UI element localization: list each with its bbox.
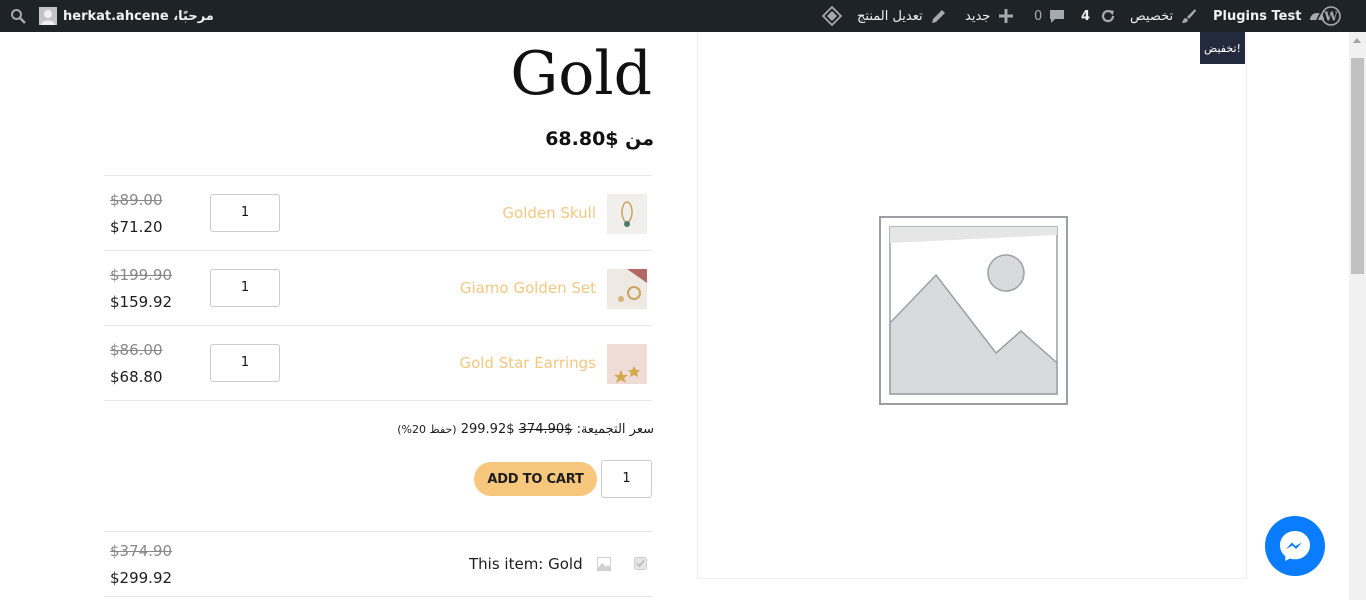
bundle-total-old: $374.90 [518,422,573,437]
new-label: جديد [965,8,991,24]
image-placeholder-icon [879,216,1068,405]
scrollbar-thumb[interactable] [1351,58,1364,274]
product-gallery[interactable] [697,32,1247,579]
this-item-old-price: $374.90 [110,542,173,560]
bundle-item: Golden Skull 1 $89.00 $71.20 [104,176,652,251]
bundle-total-new: $299.92 [460,422,515,437]
dashboard-icon [1309,8,1325,24]
plus-icon [999,9,1014,23]
old-price: $86.00 [110,341,163,359]
pencil-icon [931,9,946,24]
sale-price: $71.20 [110,218,163,236]
updates-count: 4 [1081,8,1091,24]
messenger-chat-button[interactable] [1265,516,1325,576]
quantity-input[interactable]: 1 [210,269,280,307]
messenger-icon [1280,531,1310,561]
svg-text:W: W [1323,10,1338,24]
product-title: Gold [510,39,652,109]
this-item-sale-price: $299.92 [110,569,173,587]
customize-label: تخصيص [1130,8,1174,24]
edit-product-menu[interactable]: تعديل المنتج [857,0,946,32]
divider [104,531,652,532]
avatar[interactable] [39,0,57,32]
product-price: من $68.80 [545,128,654,150]
paintbrush-icon [1181,8,1197,24]
new-content-menu[interactable]: جديد [965,0,1014,32]
refresh-icon [1100,8,1116,24]
admin-bar: W Plugins Test تخصيص 4 0 جديد تعديل المن… [0,0,1366,32]
comments-menu[interactable]: 0 [1034,0,1065,32]
sale-price: $159.92 [110,293,173,311]
product-link[interactable]: Giamo Golden Set [460,279,596,297]
site-name-menu[interactable]: Plugins Test [1213,0,1325,32]
bundle-total: سعر التجميعة: $374.90 $299.92 (حفظ 20%) [397,422,654,437]
this-item-label: This item: Gold [469,555,583,573]
bundle-quantity-input[interactable]: 1 [601,460,652,498]
scroll-up-arrow-icon[interactable] [1353,38,1361,43]
quantity-input[interactable]: 1 [210,194,280,232]
bundle-total-label: سعر التجميعة: [576,422,654,437]
old-price: $199.90 [110,266,173,284]
customize-menu[interactable]: تخصيص [1130,0,1197,32]
bundle-item: Gold Star Earrings 1 $86.00 $68.80 [104,326,652,401]
site-name-label: Plugins Test [1213,8,1302,24]
sale-price: $68.80 [110,368,163,386]
product-thumbnail-golden-skull[interactable] [607,194,647,234]
quantity-input[interactable]: 1 [210,344,280,382]
product-thumbnail-gold-star-earrings[interactable] [607,344,647,384]
search-icon[interactable] [10,0,26,32]
bundle-total-save: (حفظ 20%) [397,423,457,436]
comment-bubble-icon [1049,8,1065,24]
woocommerce-icon[interactable] [822,0,842,32]
updates-menu[interactable]: 4 [1081,0,1116,32]
add-to-cart-button[interactable]: ADD TO CART [474,462,597,496]
product-thumbnail-giamo-golden-set[interactable] [607,269,647,309]
divider [104,400,652,401]
bundle-item: Giamo Golden Set 1 $199.90 $159.92 [104,251,652,326]
divider [104,596,652,597]
comments-count: 0 [1034,8,1043,24]
sale-badge: تخفيض! [1200,32,1245,64]
product-link[interactable]: Golden Skull [502,204,596,222]
page-scrollbar[interactable] [1349,32,1366,600]
this-item-checkbox[interactable] [634,557,647,570]
image-placeholder-icon [597,557,611,571]
product-link[interactable]: Gold Star Earrings [459,354,596,372]
greeting-text: مرحبًا، herkat.ahcene [63,8,214,24]
my-account-menu[interactable]: مرحبًا، herkat.ahcene [63,0,214,32]
edit-product-label: تعديل المنتج [857,8,923,24]
old-price: $89.00 [110,191,163,209]
